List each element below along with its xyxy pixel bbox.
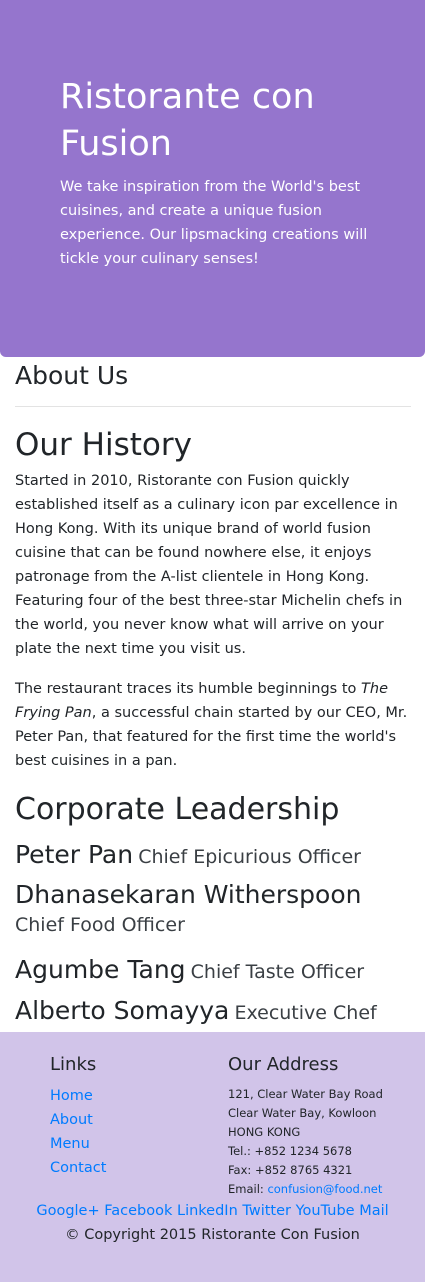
history-p2-start: The restaurant traces its humble beginni… bbox=[15, 681, 362, 697]
address-block: 121, Clear Water Bay Road Clear Water Ba… bbox=[228, 1085, 418, 1199]
about-us-heading: About Us bbox=[15, 361, 129, 390]
leader-name: Agumbe Tang bbox=[15, 955, 186, 984]
address-line: HONG KONG bbox=[228, 1125, 301, 1139]
list-item: About bbox=[50, 1108, 106, 1132]
section-divider bbox=[15, 406, 411, 407]
social-links: Google+ Facebook LinkedIn Twitter YouTub… bbox=[0, 1199, 425, 1223]
history-paragraph-1: Started in 2010, Ristorante con Fusion q… bbox=[15, 473, 403, 657]
home-link[interactable]: Home bbox=[50, 1088, 93, 1104]
jumbotron-tagline: We take inspiration from the World's bes… bbox=[60, 179, 368, 267]
facebook-link[interactable]: Facebook bbox=[104, 1203, 172, 1219]
corporate-leadership-heading: Corporate Leadership bbox=[15, 792, 340, 827]
youtube-link[interactable]: YouTube bbox=[296, 1203, 355, 1219]
history-paragraph-2: The restaurant traces its humble beginni… bbox=[15, 677, 415, 773]
address-line: 121, Clear Water Bay Road bbox=[228, 1087, 383, 1101]
leader-role: Chief Taste Officer bbox=[190, 961, 365, 983]
google-plus-link[interactable]: Google+ bbox=[36, 1203, 99, 1219]
address-line: Clear Water Bay, Kowloon bbox=[228, 1106, 377, 1120]
about-link[interactable]: About bbox=[50, 1112, 93, 1128]
leader-item: Dhanasekaran Witherspoon Chief Food Offi… bbox=[15, 877, 415, 939]
leader-role: Chief Food Officer bbox=[15, 914, 185, 936]
leader-item: Alberto Somayya Executive Chef bbox=[15, 993, 415, 1029]
leader-role: Chief Epicurious Officer bbox=[138, 846, 361, 868]
leader-name: Peter Pan bbox=[15, 840, 134, 869]
mail-link[interactable]: Mail bbox=[359, 1203, 388, 1219]
email-label: Email: bbox=[228, 1182, 268, 1196]
email-line: Email: confusion@food.net bbox=[228, 1180, 418, 1199]
leader-item: Agumbe Tang Chief Taste Officer bbox=[15, 952, 415, 988]
footer-links: Home About Menu Contact bbox=[50, 1084, 106, 1180]
leader-name: Dhanasekaran Witherspoon bbox=[15, 880, 362, 909]
our-history-heading: Our History bbox=[15, 427, 192, 463]
list-item: Home bbox=[50, 1084, 106, 1108]
jumbotron: Ristorante con Fusion We take inspiratio… bbox=[0, 0, 425, 357]
links-heading: Links bbox=[50, 1054, 97, 1075]
contact-link[interactable]: Contact bbox=[50, 1160, 106, 1176]
telephone: Tel.: +852 1234 5678 bbox=[228, 1144, 352, 1158]
restaurant-title: Ristorante con Fusion bbox=[60, 77, 315, 164]
twitter-link[interactable]: Twitter bbox=[242, 1203, 291, 1219]
linkedin-link[interactable]: LinkedIn bbox=[177, 1203, 238, 1219]
leader-name: Alberto Somayya bbox=[15, 996, 230, 1025]
menu-link[interactable]: Menu bbox=[50, 1136, 90, 1152]
leader-item: Peter Pan Chief Epicurious Officer bbox=[15, 837, 415, 873]
list-item: Menu bbox=[50, 1132, 106, 1156]
copyright-text: © Copyright 2015 Ristorante Con Fusion bbox=[65, 1227, 360, 1243]
fax: Fax: +852 8765 4321 bbox=[228, 1163, 353, 1177]
email-link[interactable]: confusion@food.net bbox=[267, 1182, 382, 1196]
leader-role: Executive Chef bbox=[234, 1002, 377, 1024]
list-item: Contact bbox=[50, 1156, 106, 1180]
address-heading: Our Address bbox=[228, 1054, 339, 1075]
